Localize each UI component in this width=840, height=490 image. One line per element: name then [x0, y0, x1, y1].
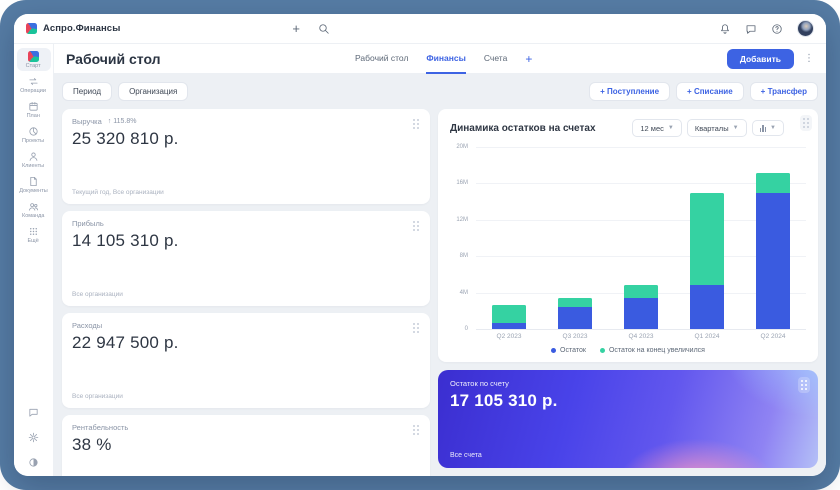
- metric-title: Выручка: [72, 117, 102, 126]
- add-expense-button[interactable]: + Списание: [676, 82, 744, 101]
- organization-filter-button[interactable]: Организация: [118, 82, 188, 101]
- sidebar-item-projects[interactable]: Проекты: [17, 123, 51, 146]
- filter-row: Период Организация + Поступление + Списа…: [54, 74, 826, 101]
- page-header: Рабочий стол Рабочий стол Финансы Счета …: [54, 44, 826, 74]
- metric-value: 22 947 500 р.: [72, 333, 420, 353]
- grouping-select[interactable]: Кварталы▼: [687, 119, 747, 137]
- theme-icon[interactable]: [28, 457, 39, 468]
- drag-handle-icon[interactable]: [410, 218, 422, 234]
- app-brand[interactable]: Аспро.Финансы: [26, 23, 120, 34]
- tab-finance[interactable]: Финансы: [426, 45, 465, 74]
- pie-chart-icon: [28, 126, 39, 137]
- sidebar-item-start[interactable]: Старт: [17, 48, 51, 71]
- account-balance-card: Остаток по счету 17 105 310 р. Все счета: [438, 370, 818, 468]
- bar-chart: 20M 16M 12M 8M 4M 0: [450, 147, 806, 329]
- bar-chart-bars: [476, 147, 806, 329]
- balance-value: 17 105 310 р.: [450, 391, 806, 411]
- legend-item-balance[interactable]: Остаток: [551, 347, 586, 354]
- settings-gear-icon[interactable]: [28, 432, 39, 443]
- chart-legend: Остаток Остаток на конец увеличился: [450, 347, 806, 354]
- chevron-down-icon: ▼: [668, 125, 674, 131]
- chart-title: Динамика остатков на счетах: [450, 123, 596, 134]
- metric-value: 25 320 810 р.: [72, 129, 420, 149]
- app-logo-icon: [26, 23, 37, 34]
- revenue-sparkline: [72, 156, 420, 186]
- person-icon: [28, 151, 39, 162]
- grid-dots-icon: [28, 226, 39, 237]
- document-icon: [28, 176, 39, 187]
- drag-handle-icon[interactable]: [410, 320, 422, 336]
- team-icon: [28, 201, 39, 212]
- chevron-down-icon: ▼: [733, 125, 739, 131]
- metric-title: Рентабельность: [72, 423, 128, 432]
- legend-dot-icon: [600, 348, 605, 353]
- sidebar-item-documents[interactable]: Документы: [17, 173, 51, 196]
- feedback-icon[interactable]: [28, 407, 39, 418]
- drag-handle-icon[interactable]: [798, 377, 810, 393]
- expenses-sparkline: [72, 360, 420, 390]
- transfers-icon: [28, 76, 39, 87]
- charts-column: Динамика остатков на счетах 12 мес▼ Квар…: [438, 109, 818, 468]
- x-axis-labels: Q2 2023 Q3 2023 Q4 2023 Q1 2024 Q2 2024: [476, 333, 806, 340]
- metric-delta: ↑ 115.8%: [108, 118, 137, 125]
- profit-card: Прибыль 14 105 310 р. Все организации: [62, 211, 430, 306]
- bar-chart-icon: [760, 125, 767, 132]
- app-window: Аспро.Финансы + Старт: [14, 14, 826, 476]
- sidebar-item-clients[interactable]: Клиенты: [17, 148, 51, 171]
- metric-value: 14 105 310 р.: [72, 231, 420, 251]
- search-icon[interactable]: [318, 23, 330, 35]
- add-income-button[interactable]: + Поступление: [589, 82, 670, 101]
- kebab-menu-icon[interactable]: ⋮: [804, 53, 814, 64]
- balance-caption: Все счета: [450, 452, 482, 459]
- metric-caption: Текущий год, Все организации: [72, 189, 420, 196]
- balance-title: Остаток по счету: [450, 379, 806, 388]
- create-icon[interactable]: +: [292, 22, 300, 35]
- metric-caption: Все организации: [72, 393, 420, 400]
- expenses-card: Расходы 22 947 500 р. Все организации: [62, 313, 430, 408]
- desktop-background: Аспро.Финансы + Старт: [0, 0, 840, 490]
- chat-icon[interactable]: [745, 23, 757, 35]
- drag-handle-icon[interactable]: [410, 422, 422, 438]
- tab-dashboard[interactable]: Рабочий стол: [355, 45, 408, 74]
- sidebar-item-plan[interactable]: План: [17, 98, 51, 121]
- metric-title: Расходы: [72, 321, 102, 330]
- calendar-icon: [28, 101, 39, 112]
- user-avatar[interactable]: [797, 20, 814, 37]
- drag-handle-icon[interactable]: [410, 116, 422, 132]
- chart-type-select[interactable]: ▼: [752, 120, 784, 136]
- bell-icon[interactable]: [719, 23, 731, 35]
- sidebar-item-team[interactable]: Команда: [17, 198, 51, 221]
- metrics-column: Выручка ↑ 115.8% 25 320 810 р. Текущий г…: [62, 109, 430, 468]
- tab-accounts[interactable]: Счета: [484, 45, 507, 74]
- page-title: Рабочий стол: [66, 51, 161, 67]
- sidebar-item-operations[interactable]: Операции: [17, 73, 51, 96]
- range-select[interactable]: 12 мес▼: [632, 119, 681, 137]
- help-icon[interactable]: [771, 23, 783, 35]
- main-area: Рабочий стол Рабочий стол Финансы Счета …: [54, 44, 826, 476]
- period-filter-button[interactable]: Период: [62, 82, 112, 101]
- dashboard-tabs: Рабочий стол Финансы Счета +: [355, 44, 532, 73]
- app-title: Аспро.Финансы: [43, 23, 120, 34]
- metric-title: Прибыль: [72, 219, 104, 228]
- add-button[interactable]: Добавить: [727, 49, 794, 69]
- topbar: Аспро.Финансы +: [14, 14, 826, 44]
- add-tab-icon[interactable]: +: [525, 52, 532, 66]
- margin-sparkline: [72, 455, 420, 476]
- add-transfer-button[interactable]: + Трансфер: [750, 82, 818, 101]
- profit-sparkline: [72, 258, 420, 288]
- legend-dot-icon: [551, 348, 556, 353]
- legend-item-balance-increase[interactable]: Остаток на конец увеличился: [600, 347, 705, 354]
- sidebar-item-more[interactable]: Ещё: [17, 223, 51, 246]
- balance-dynamics-card: Динамика остатков на счетах 12 мес▼ Квар…: [438, 109, 818, 362]
- sidebar: Старт Операции План Проекты Клиенты: [14, 44, 54, 476]
- chevron-down-icon: ▼: [770, 125, 776, 131]
- metric-value: 38 %: [72, 435, 420, 455]
- metric-caption: Все организации: [72, 291, 420, 298]
- drag-handle-icon[interactable]: [800, 115, 812, 131]
- y-axis: 20M 16M 12M 8M 4M 0: [450, 147, 476, 329]
- revenue-card: Выручка ↑ 115.8% 25 320 810 р. Текущий г…: [62, 109, 430, 204]
- margin-card: Рентабельность 38 %: [62, 415, 430, 476]
- plot-area: [476, 147, 806, 329]
- start-logo-icon: [28, 51, 39, 62]
